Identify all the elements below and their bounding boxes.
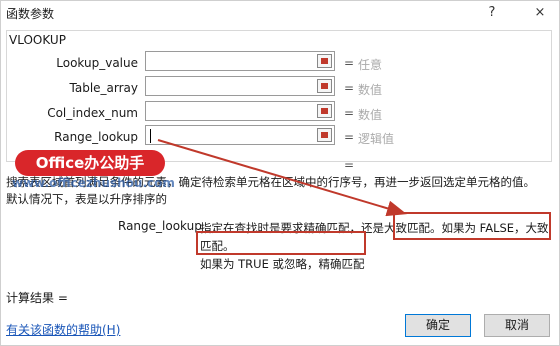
- watermark-text: www.officezhushou.com: [12, 176, 175, 190]
- function-help-link[interactable]: 有关该函数的帮助(H): [6, 321, 120, 338]
- calculation-result: 计算结果 =: [6, 291, 68, 305]
- ok-button[interactable]: 确定: [405, 314, 471, 337]
- office-badge: Office办公助手: [15, 150, 165, 176]
- cancel-button[interactable]: 取消: [484, 314, 550, 337]
